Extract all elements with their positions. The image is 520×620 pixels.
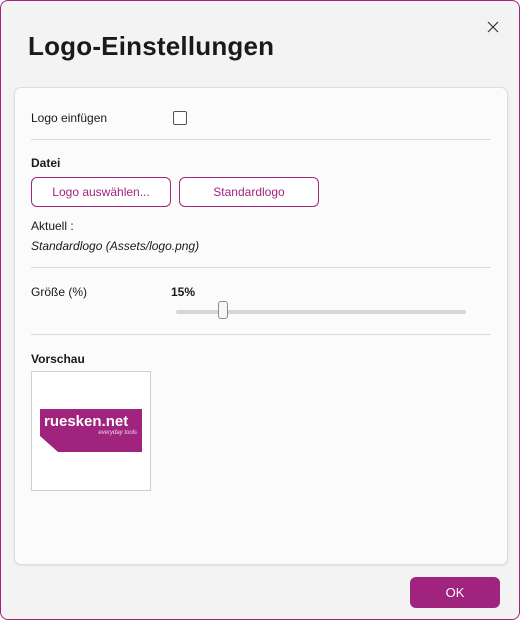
logo-image: ruesken.net everyday tools — [40, 409, 142, 452]
settings-card: Logo einfügen Datei Logo auswählen... St… — [14, 87, 508, 565]
default-logo-button[interactable]: Standardlogo — [179, 177, 319, 207]
file-heading: Datei — [31, 156, 61, 170]
current-label: Aktuell : — [31, 219, 74, 233]
divider — [31, 267, 491, 268]
dialog-title: Logo-Einstellungen — [28, 31, 275, 61]
size-value: 15% — [171, 285, 196, 299]
logo-preview: ruesken.net everyday tools — [31, 371, 151, 491]
size-label: Größe (%) — [31, 285, 88, 299]
svg-text:ruesken.net: ruesken.net — [44, 413, 128, 430]
size-slider-thumb[interactable] — [218, 301, 228, 319]
preview-heading: Vorschau — [31, 352, 85, 366]
choose-logo-button[interactable]: Logo auswählen... — [31, 177, 171, 207]
divider — [31, 334, 491, 335]
ok-button[interactable]: OK — [410, 577, 500, 608]
logo-settings-dialog: Logo-Einstellungen Logo einfügen Datei L… — [0, 0, 520, 620]
current-logo-path: Standardlogo (Assets/logo.png) — [31, 239, 200, 253]
close-button[interactable] — [481, 15, 505, 39]
svg-text:everyday tools: everyday tools — [98, 430, 137, 436]
insert-logo-checkbox[interactable] — [173, 111, 187, 125]
insert-logo-label: Logo einfügen — [31, 111, 108, 125]
divider — [31, 139, 491, 140]
close-icon[interactable] — [487, 21, 499, 33]
